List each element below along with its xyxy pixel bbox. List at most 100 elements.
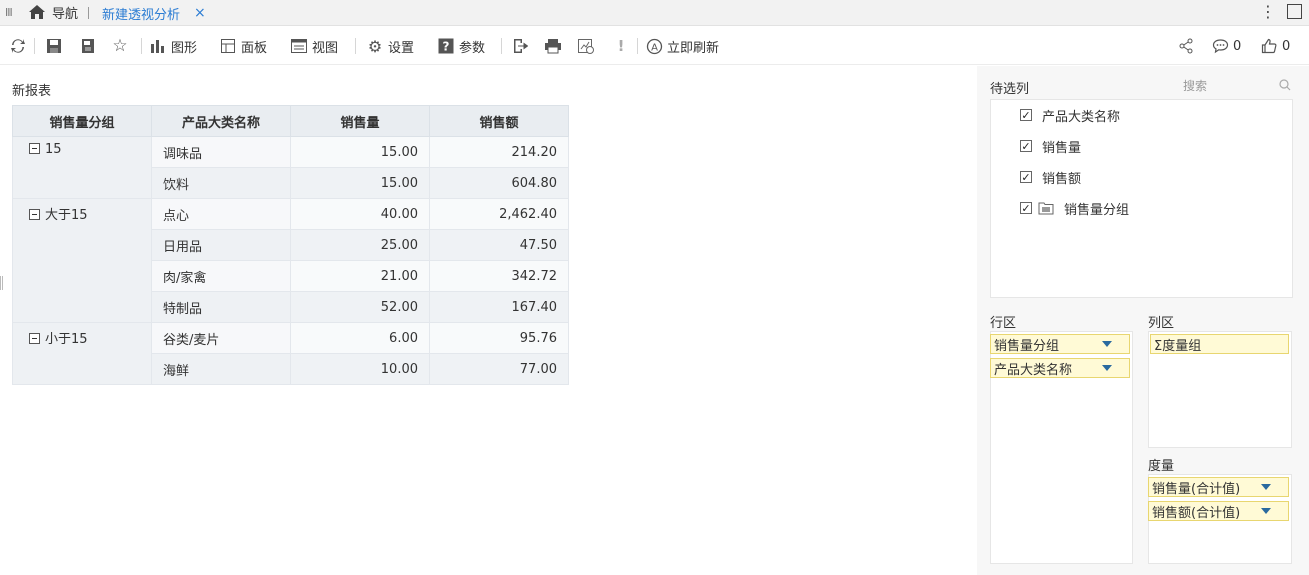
group-cell[interactable]: 15 xyxy=(12,136,152,199)
toolbar: ☆ 图形 面板 视图 ⚙ 设置 ? 参数 ! A 立即刷新 0 0 xyxy=(0,27,1309,65)
qty-cell: 15.00 xyxy=(290,167,430,199)
dropdown-arrow-icon[interactable] xyxy=(1102,341,1112,347)
qty-cell: 40.00 xyxy=(290,198,430,230)
toolbar-divider xyxy=(355,38,356,54)
search-placeholder: 搜索 xyxy=(1183,78,1208,93)
amount-cell: 2,462.40 xyxy=(429,198,569,230)
category-cell: 日用品 xyxy=(151,229,291,261)
checkbox[interactable]: ✓ xyxy=(1020,171,1032,183)
tab-home[interactable]: 导航 xyxy=(28,2,78,22)
dropdown-arrow-icon[interactable] xyxy=(1261,508,1271,514)
candidate-item[interactable]: ✓ 产品大类名称 xyxy=(1020,105,1120,125)
qty-cell: 6.00 xyxy=(290,322,430,354)
pivot-table: 销售量分组 产品大类名称 销售量 销售额 15 调味品 15.00 214.20… xyxy=(12,105,569,385)
column-header[interactable]: 销售额 xyxy=(429,105,569,137)
resize-handle[interactable] xyxy=(0,276,3,290)
candidate-label: 产品大类名称 xyxy=(1042,109,1121,125)
refresh-now-label: 立即刷新 xyxy=(667,40,720,56)
params-button-label: 参数 xyxy=(459,40,486,56)
group-cell[interactable]: 大于15 xyxy=(12,198,152,323)
search-input[interactable]: 搜索 xyxy=(1181,74,1293,96)
print-button[interactable] xyxy=(544,35,562,57)
category-cell: 点心 xyxy=(151,198,291,230)
schedule-button[interactable] xyxy=(577,35,595,57)
comments-count: 0 xyxy=(1233,38,1242,54)
checkbox[interactable]: ✓ xyxy=(1020,202,1032,214)
checkbox[interactable]: ✓ xyxy=(1020,140,1032,152)
view-button[interactable]: 视图 xyxy=(290,35,338,57)
panel-button-label: 面板 xyxy=(241,40,268,56)
measure-title: 度量 xyxy=(1148,459,1175,474)
table-header-row: 销售量分组 产品大类名称 销售量 销售额 xyxy=(12,105,569,137)
home-icon xyxy=(29,5,45,19)
qty-cell: 52.00 xyxy=(290,291,430,323)
comments-button[interactable]: 0 xyxy=(1211,35,1241,57)
qty-cell: 10.00 xyxy=(290,353,430,385)
qty-cell: 15.00 xyxy=(290,136,430,168)
amount-cell: 342.72 xyxy=(429,260,569,292)
refresh-now-button[interactable]: A 立即刷新 xyxy=(645,35,719,57)
amount-cell: 214.20 xyxy=(429,136,569,168)
candidate-label: 销售量 xyxy=(1042,140,1082,156)
favorite-button[interactable]: ☆ xyxy=(111,35,129,57)
measure-field-pill[interactable]: 销售量(合计值) xyxy=(1148,477,1289,497)
table-row: 15 调味品 15.00 214.20 xyxy=(12,136,569,199)
column-header[interactable]: 销售量 xyxy=(290,105,430,137)
tab-new-pivot-analysis[interactable]: 新建透视分析 × xyxy=(102,4,206,23)
chart-button[interactable]: 图形 xyxy=(149,35,197,57)
collapse-icon[interactable] xyxy=(29,333,40,344)
column-header[interactable]: 销售量分组 xyxy=(12,105,152,137)
svg-text:A: A xyxy=(651,42,658,53)
amount-cell: 47.50 xyxy=(429,229,569,261)
measure-field-label: 销售额(合计值) xyxy=(1152,505,1241,521)
export-button[interactable] xyxy=(511,35,529,57)
menu-grip-icon[interactable]: III xyxy=(5,6,13,19)
candidate-item[interactable]: ✓ 销售量分组 xyxy=(1020,198,1129,218)
settings-button-label: 设置 xyxy=(388,40,415,56)
col-field-label: Σ度量组 xyxy=(1154,338,1202,354)
save-as-button[interactable] xyxy=(79,35,97,57)
collapse-icon[interactable] xyxy=(29,209,40,220)
tab-active-label: 新建透视分析 xyxy=(102,7,181,23)
col-zone-title: 列区 xyxy=(1148,316,1175,331)
candidate-item[interactable]: ✓ 销售量 xyxy=(1020,136,1081,156)
params-button[interactable]: ? 参数 xyxy=(437,35,485,57)
collapse-icon[interactable] xyxy=(29,143,40,154)
like-button[interactable]: 0 xyxy=(1260,35,1290,57)
checkbox[interactable]: ✓ xyxy=(1020,109,1032,121)
tab-divider xyxy=(88,7,89,19)
toolbar-divider xyxy=(141,38,142,54)
panel-button[interactable]: 面板 xyxy=(219,35,267,57)
alert-button[interactable]: ! xyxy=(612,35,630,57)
category-cell: 谷类/麦片 xyxy=(151,322,291,354)
more-vert-icon[interactable]: ⋮ xyxy=(1260,2,1276,21)
category-cell: 饮料 xyxy=(151,167,291,199)
report-title: 新报表 xyxy=(12,84,52,99)
export-icon xyxy=(511,37,529,55)
group-label: 小于15 xyxy=(45,332,88,347)
group-label: 大于15 xyxy=(45,208,88,223)
share-icon xyxy=(1177,37,1195,55)
candidate-label: 销售额 xyxy=(1042,171,1082,187)
measure-field-pill[interactable]: 销售额(合计值) xyxy=(1148,501,1289,521)
close-icon[interactable]: × xyxy=(194,5,206,21)
maximize-icon[interactable] xyxy=(1287,4,1302,19)
save-button[interactable] xyxy=(45,35,63,57)
dropdown-arrow-icon[interactable] xyxy=(1102,365,1112,371)
qty-cell: 25.00 xyxy=(290,229,430,261)
table-row: 小于15 谷类/麦片 6.00 95.76 xyxy=(12,322,569,385)
group-cell[interactable]: 小于15 xyxy=(12,322,152,385)
row-field-pill[interactable]: 销售量分组 xyxy=(990,334,1130,354)
row-field-pill[interactable]: 产品大类名称 xyxy=(990,358,1130,378)
col-field-pill[interactable]: Σ度量组 xyxy=(1150,334,1289,354)
share-button[interactable] xyxy=(1177,35,1195,57)
settings-button[interactable]: ⚙ 设置 xyxy=(366,35,414,57)
category-cell: 特制品 xyxy=(151,291,291,323)
candidate-item[interactable]: ✓ 销售额 xyxy=(1020,167,1081,187)
dropdown-arrow-icon[interactable] xyxy=(1261,484,1271,490)
column-header[interactable]: 产品大类名称 xyxy=(151,105,291,137)
print-icon xyxy=(544,37,562,55)
group-field-icon xyxy=(1038,202,1054,215)
refresh-data-button[interactable] xyxy=(9,35,27,57)
layout-icon xyxy=(219,37,237,55)
